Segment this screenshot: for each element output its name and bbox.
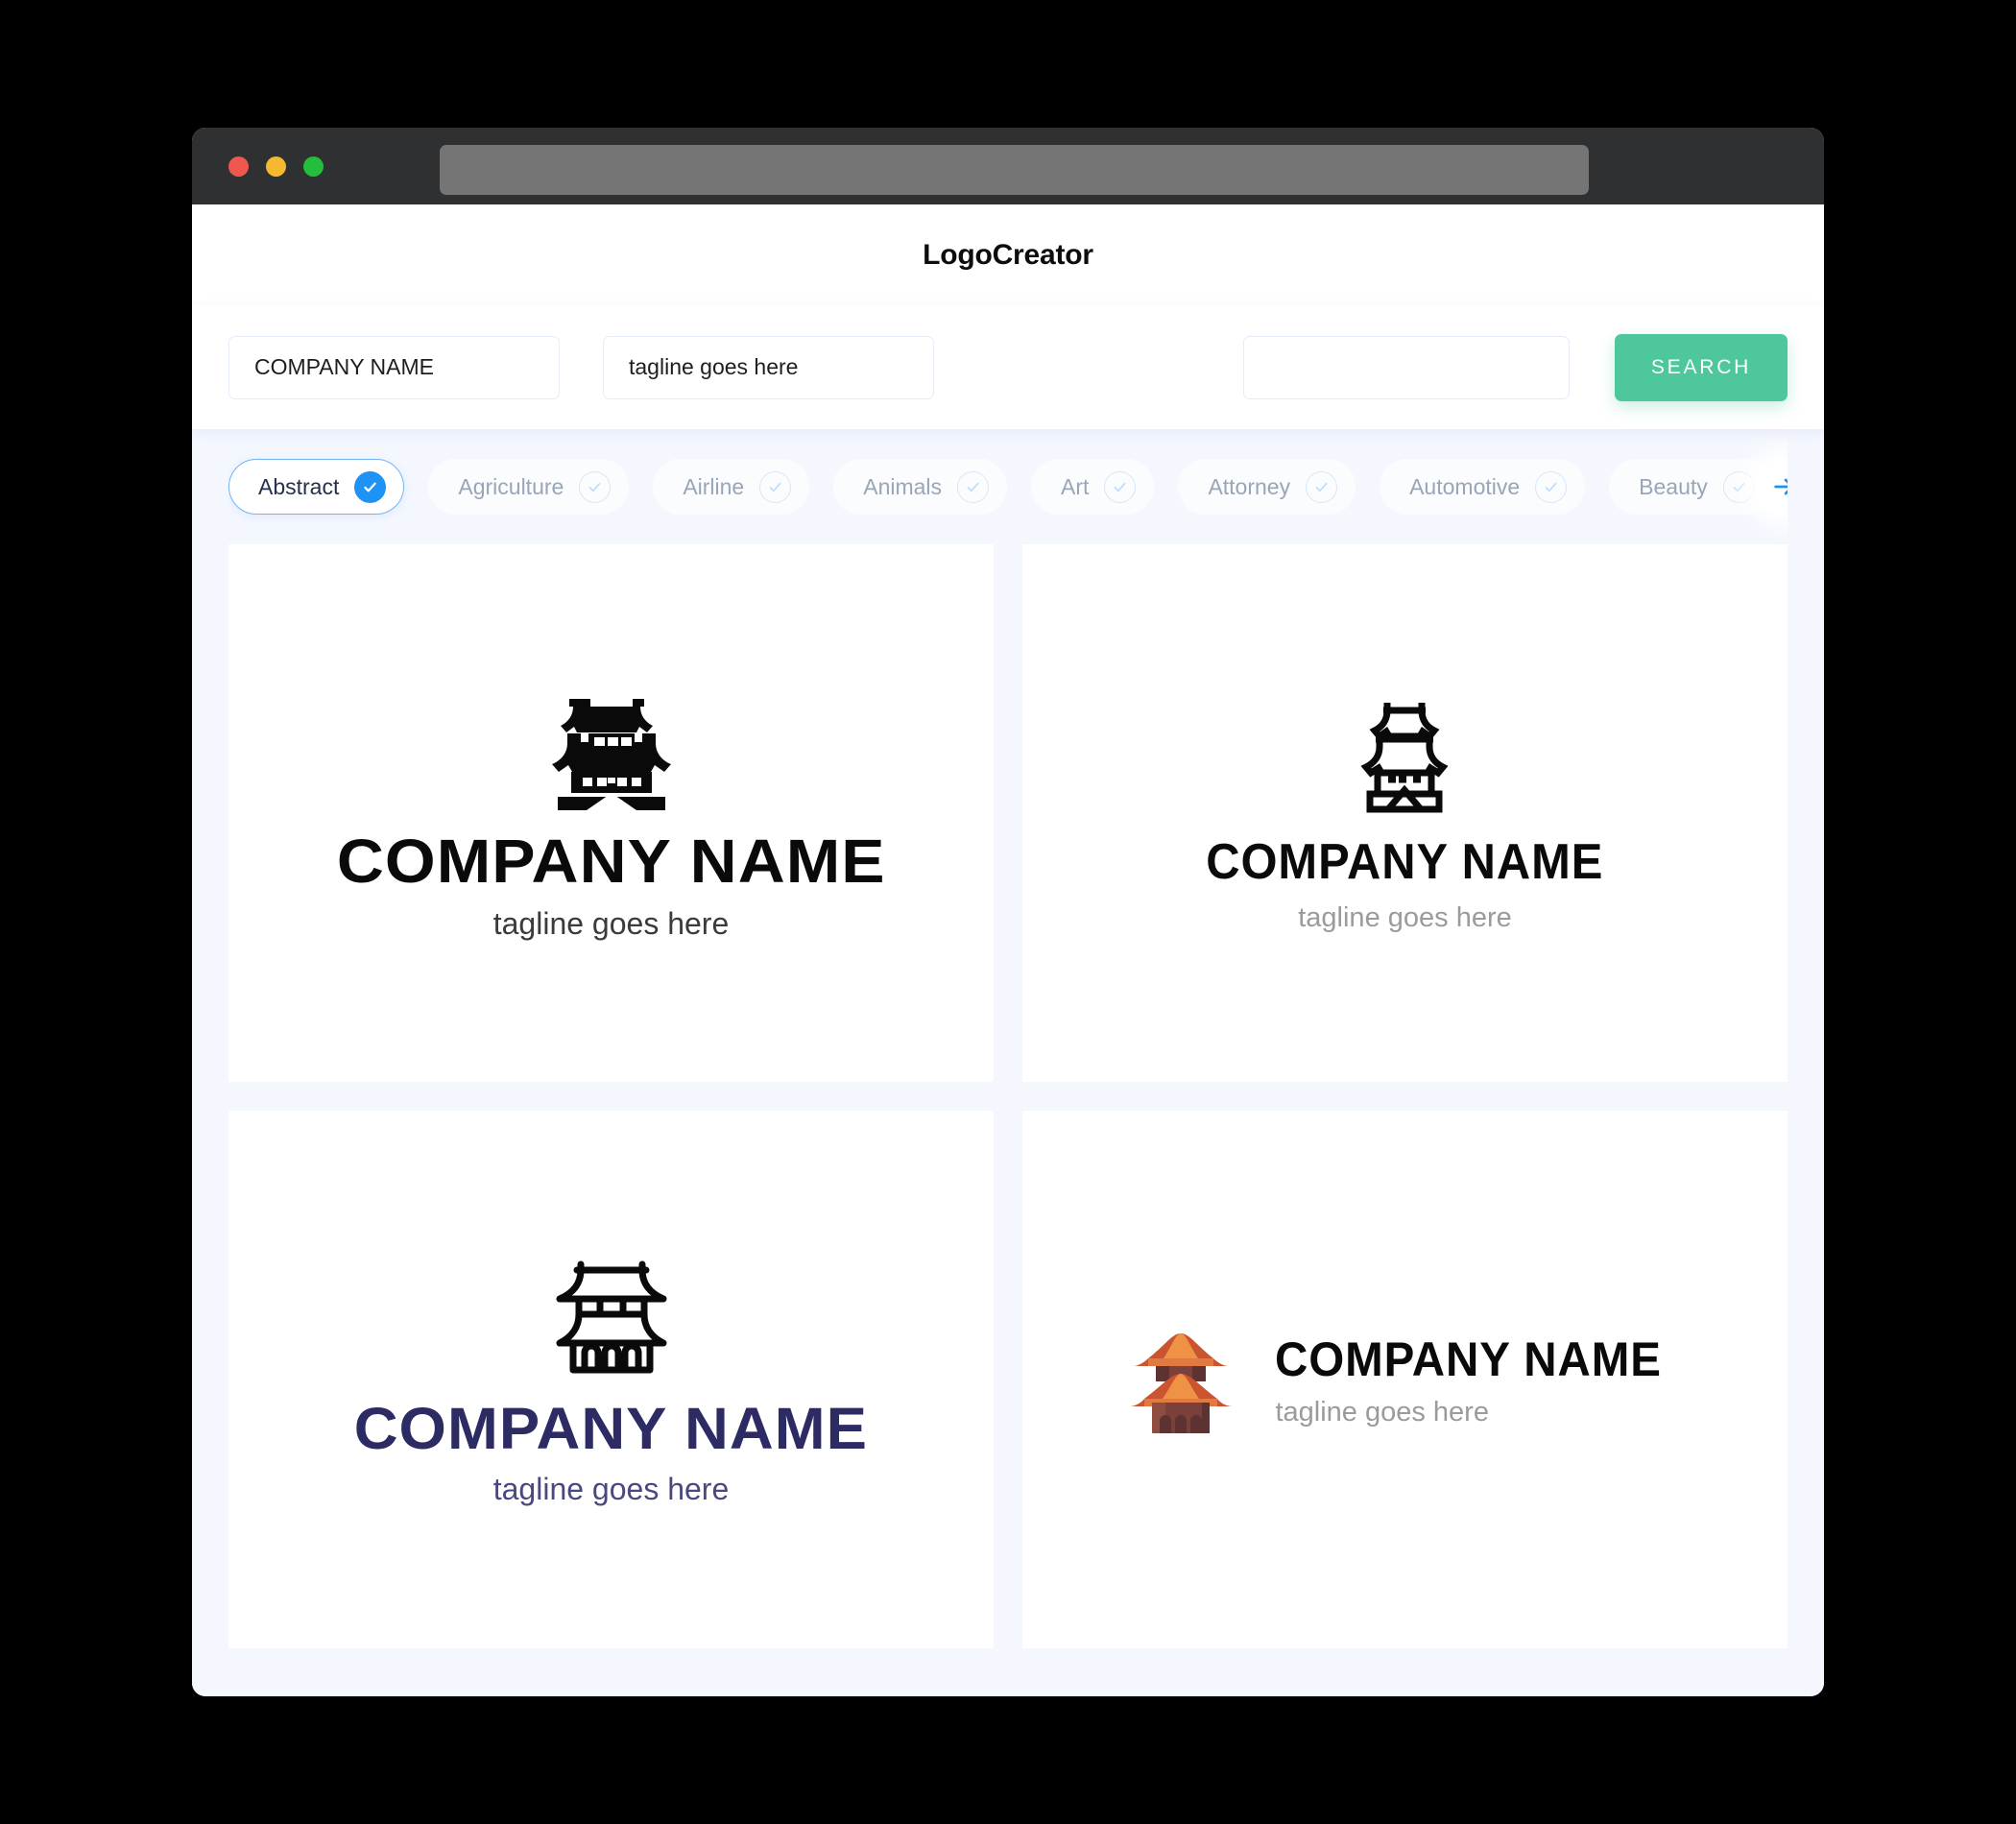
- maximize-button[interactable]: [303, 156, 324, 177]
- window-controls: [228, 156, 324, 177]
- check-icon: [1535, 470, 1568, 503]
- category-chip-abstract[interactable]: Abstract: [228, 459, 405, 515]
- category-chip-label: Abstract: [258, 473, 340, 499]
- logo-company-name: COMPANY NAME: [1275, 1332, 1663, 1386]
- close-button[interactable]: [228, 156, 249, 177]
- tagline-input[interactable]: [603, 335, 934, 399]
- category-chip-agriculture[interactable]: Agriculture: [428, 459, 630, 515]
- browser-window: LogoCreator SEARCH Abstract Agriculture: [192, 128, 1824, 1696]
- app-title: LogoCreator: [923, 238, 1093, 271]
- logo-tagline: tagline goes here: [492, 1471, 730, 1506]
- check-icon: [579, 470, 612, 503]
- url-bar[interactable]: [440, 145, 1589, 195]
- category-chip-label: Automotive: [1409, 473, 1521, 499]
- logo-card[interactable]: COMPANY NAME tagline goes here: [1022, 544, 1788, 1082]
- check-icon: [759, 470, 792, 503]
- keyword-input[interactable]: [1243, 335, 1570, 399]
- category-chip-attorney[interactable]: Attorney: [1178, 459, 1356, 515]
- logo-grid: COMPANY NAME tagline goes here COMPANY N…: [228, 544, 1788, 1669]
- logo-company-name: COMPANY NAME: [1206, 833, 1604, 890]
- logo-text-block: COMPANY NAME tagline goes here: [1275, 1332, 1682, 1428]
- logo-tagline: tagline goes here: [1275, 1396, 1489, 1428]
- logo-card[interactable]: COMPANY NAME tagline goes here: [228, 544, 994, 1082]
- logo-preview: COMPANY NAME tagline goes here: [354, 1253, 867, 1507]
- results-area: Abstract Agriculture Airline Animals Art…: [192, 429, 1824, 1696]
- logo-preview: COMPANY NAME tagline goes here: [337, 685, 884, 942]
- category-chip-label: Agriculture: [458, 473, 564, 499]
- search-button[interactable]: SEARCH: [1615, 333, 1788, 401]
- logo-company-name: COMPANY NAME: [353, 1395, 869, 1461]
- pagoda-solid-icon: [544, 685, 679, 810]
- pagoda-outline-icon: [1343, 693, 1466, 814]
- category-chip-art[interactable]: Art: [1031, 459, 1155, 515]
- search-toolbar: SEARCH: [192, 305, 1824, 429]
- logo-preview: COMPANY NAME tagline goes here: [1127, 1326, 1682, 1433]
- category-chip-beauty[interactable]: Beauty: [1609, 459, 1773, 515]
- category-chip-animals[interactable]: Animals: [833, 459, 1008, 515]
- category-chip-airline[interactable]: Airline: [653, 459, 810, 515]
- category-chip-label: Attorney: [1208, 473, 1291, 499]
- check-icon: [1306, 470, 1338, 503]
- pagoda-color-icon: [1127, 1326, 1235, 1433]
- category-chip-label: Airline: [683, 473, 745, 499]
- logo-tagline: tagline goes here: [1298, 901, 1512, 933]
- category-chip-label: Art: [1061, 473, 1090, 499]
- app-header: LogoCreator: [192, 204, 1824, 305]
- category-filter-row: Abstract Agriculture Airline Animals Art…: [228, 429, 1788, 544]
- logo-preview: COMPANY NAME tagline goes here: [1193, 693, 1617, 934]
- temple-outline-icon: [552, 1253, 671, 1376]
- category-chip-label: Animals: [863, 473, 943, 499]
- browser-titlebar: [192, 128, 1824, 204]
- company-name-input[interactable]: [228, 335, 560, 399]
- screenshot-root: LogoCreator SEARCH Abstract Agriculture: [0, 0, 2016, 1824]
- minimize-button[interactable]: [266, 156, 286, 177]
- logo-card[interactable]: COMPANY NAME tagline goes here: [1022, 1111, 1788, 1648]
- check-icon: [1104, 470, 1137, 503]
- check-icon: [1722, 470, 1755, 503]
- check-icon: [957, 470, 990, 503]
- logo-tagline: tagline goes here: [492, 905, 730, 941]
- category-chip-automotive[interactable]: Automotive: [1380, 459, 1586, 515]
- logo-card[interactable]: COMPANY NAME tagline goes here: [228, 1111, 994, 1648]
- logo-company-name: COMPANY NAME: [336, 826, 886, 896]
- check-icon: [354, 470, 387, 503]
- category-chip-label: Beauty: [1639, 473, 1708, 499]
